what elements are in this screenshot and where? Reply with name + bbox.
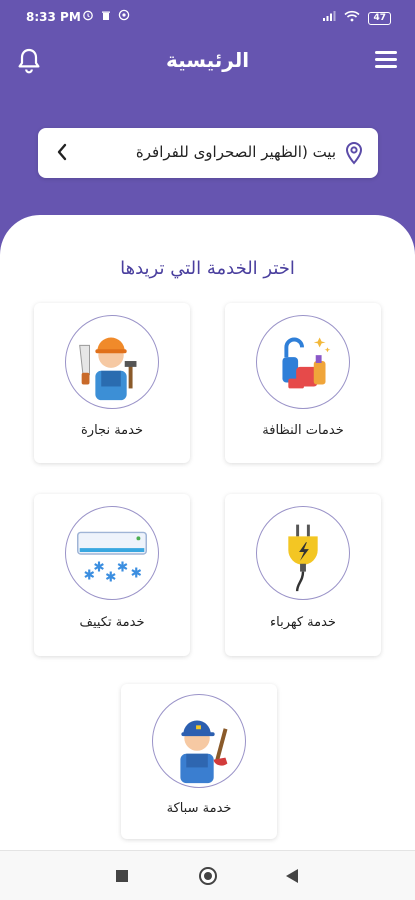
cleaning-icon (256, 315, 350, 409)
svg-text:✱: ✱ (117, 560, 128, 576)
status-time: 8:33 PM (26, 10, 81, 24)
service-card-cleaning[interactable]: خدمات النظافة (225, 303, 381, 463)
trash-icon (100, 9, 112, 21)
back-button[interactable] (286, 869, 298, 883)
page-title: الرئيسية (165, 48, 250, 72)
status-notification-icons (82, 9, 130, 21)
service-card-ac[interactable]: ✱ ✱ ✱ ✱ ✱ خدمة تكييف (34, 494, 190, 656)
home-button[interactable] (199, 867, 217, 885)
service-label: خدمات النظافة (262, 423, 344, 438)
service-card-plumbing[interactable]: خدمة سباكة (121, 684, 277, 839)
service-card-electricity[interactable]: خدمة كهرباء (225, 494, 381, 656)
location-text: بيت (الظهير الصحراوى للفرافرة (135, 143, 336, 161)
air-conditioner-icon: ✱ ✱ ✱ ✱ ✱ (65, 506, 159, 600)
chevron-left-icon (56, 142, 68, 162)
status-system-icons: 47 (322, 10, 391, 26)
recents-button[interactable] (116, 870, 128, 882)
carpenter-icon (65, 315, 159, 409)
service-label: خدمة نجارة (81, 423, 143, 438)
svg-text:✱: ✱ (105, 569, 116, 585)
service-card-carpentry[interactable]: خدمة نجارة (34, 303, 190, 463)
service-label: خدمة سباكة (166, 801, 232, 816)
svg-text:✱: ✱ (84, 567, 95, 583)
service-label: خدمة تكييف (79, 615, 145, 630)
signal-icon (322, 10, 336, 26)
location-pin-icon (344, 141, 364, 165)
plumber-icon (152, 694, 246, 788)
location-selector[interactable]: بيت (الظهير الصحراوى للفرافرة (38, 128, 378, 178)
system-navigation-bar (0, 850, 415, 900)
app-bar: الرئيسية (0, 40, 415, 84)
hamburger-menu-icon[interactable] (375, 51, 397, 69)
alarm-icon (82, 9, 94, 21)
whatsapp-icon (118, 9, 130, 21)
wifi-icon (344, 10, 361, 26)
status-bar: 8:33 PM 47 (0, 0, 415, 36)
battery-indicator: 47 (368, 11, 391, 25)
svg-text:✱: ✱ (93, 560, 104, 576)
service-label: خدمة كهرباء (270, 615, 336, 630)
svg-text:✱: ✱ (131, 565, 142, 581)
electric-plug-icon (256, 506, 350, 600)
section-title: اختر الخدمة التي تريدها (120, 258, 295, 279)
